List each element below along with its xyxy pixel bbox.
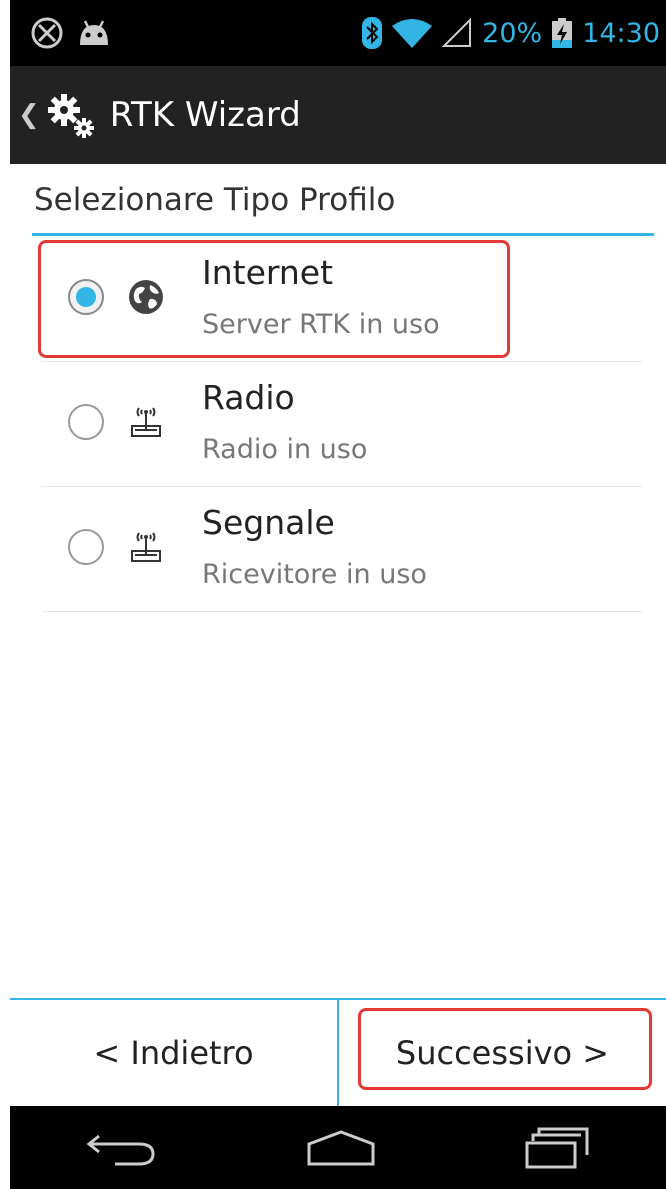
home-nav-icon[interactable] [306,1128,376,1168]
back-button[interactable]: < Indietro [10,1000,337,1106]
settings-gears-icon[interactable] [44,90,96,140]
section-header-title: Selezionare Tipo Profilo [34,182,396,218]
signal-icon [442,18,472,47]
highlight-internet [38,240,510,358]
antenna-icon [131,532,161,562]
action-bar: ❮ RTK Wizard [10,66,666,164]
antenna-icon [131,407,161,437]
app-title: RTK Wizard [109,95,301,135]
option-segnale[interactable]: Segnale Ricevitore in uso [42,487,642,612]
back-nav-icon[interactable] [85,1128,157,1168]
recent-apps-nav-icon[interactable] [525,1127,591,1169]
clock: 14:30 [582,17,660,49]
up-navigation-icon[interactable]: ❮ [18,100,40,130]
option-title: Radio [202,378,295,417]
radio-segnale[interactable] [68,529,104,565]
wifi-icon [392,19,433,48]
section-header: Selezionare Tipo Profilo [32,172,654,236]
android-icon [80,20,108,45]
status-left [30,16,112,50]
navigation-bar [10,1106,666,1189]
battery-percent: 20% [482,17,543,49]
option-radio[interactable]: Radio Radio in uso [42,362,642,487]
option-subtitle: Radio in uso [202,434,368,465]
option-subtitle: Ricevitore in uso [202,559,427,590]
status-right: 20% 14:30 [362,17,660,49]
radio-radio[interactable] [68,404,104,440]
status-bar: 20% 14:30 [10,0,666,66]
bluetooth-icon [362,17,383,49]
option-title: Segnale [202,503,335,542]
battery-charging-icon [552,18,573,48]
highlight-next-button [358,1008,652,1090]
gps-off-icon [31,17,63,49]
